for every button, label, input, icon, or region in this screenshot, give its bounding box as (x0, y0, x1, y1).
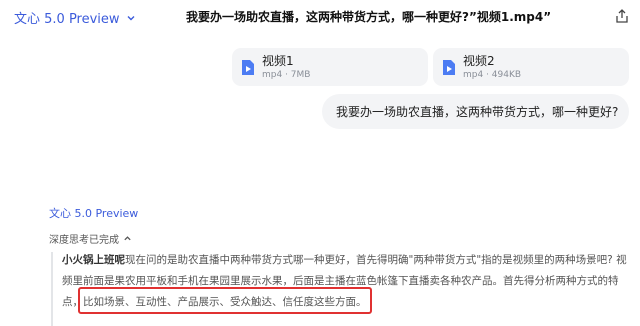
model-name: 文心 5.0 Preview (14, 12, 120, 27)
user-message-text: 我要办一场助农直播，这两种带货方式，哪一种更好? (336, 105, 619, 119)
thinking-toggle[interactable]: 深度思考已完成 (49, 231, 132, 246)
chevron-down-icon (127, 15, 135, 20)
attachment-name: 视频2 (463, 54, 495, 68)
thinking-username: 小火锅上班呢 (62, 254, 125, 266)
share-icon[interactable] (614, 8, 630, 24)
attachment-card-video2[interactable]: 视频2 mp4 · 494KB (433, 48, 629, 86)
highlight-annotation-box (78, 287, 372, 314)
thinking-line-1: 小火锅上班呢现在问的是助农直播中两种带货方式哪一种更好，首先得明确"两种带货方式… (62, 250, 632, 271)
thinking-line-1-text: 现在问的是助农直播中两种带货方式哪一种更好，首先得明确"两种带货方式"指的是视频… (125, 254, 627, 266)
attachment-meta: mp4 · 7MB (262, 70, 311, 80)
top-bar: 文心 5.0 Preview 我要办一场助农直播，这两种带货方式，哪一种更好?”… (0, 0, 640, 36)
attachment-meta: mp4 · 494KB (463, 70, 522, 80)
thinking-quote-bar (51, 252, 53, 326)
user-message-bubble: 我要办一场助农直播，这两种带货方式，哪一种更好? (322, 94, 629, 129)
answer-model-name: 文心 5.0 Preview (49, 207, 139, 220)
chevron-up-icon (124, 236, 131, 241)
video-file-icon (443, 60, 455, 75)
attachment-name: 视频1 (262, 54, 294, 68)
chat-title: 我要办一场助农直播，这两种带货方式，哪一种更好?”视频1.mp4” (186, 10, 552, 24)
video-file-icon (242, 60, 254, 75)
model-selector[interactable]: 文心 5.0 Preview (14, 8, 136, 27)
thinking-label: 深度思考已完成 (49, 235, 119, 246)
attachment-card-video1[interactable]: 视频1 mp4 · 7MB (232, 48, 428, 86)
